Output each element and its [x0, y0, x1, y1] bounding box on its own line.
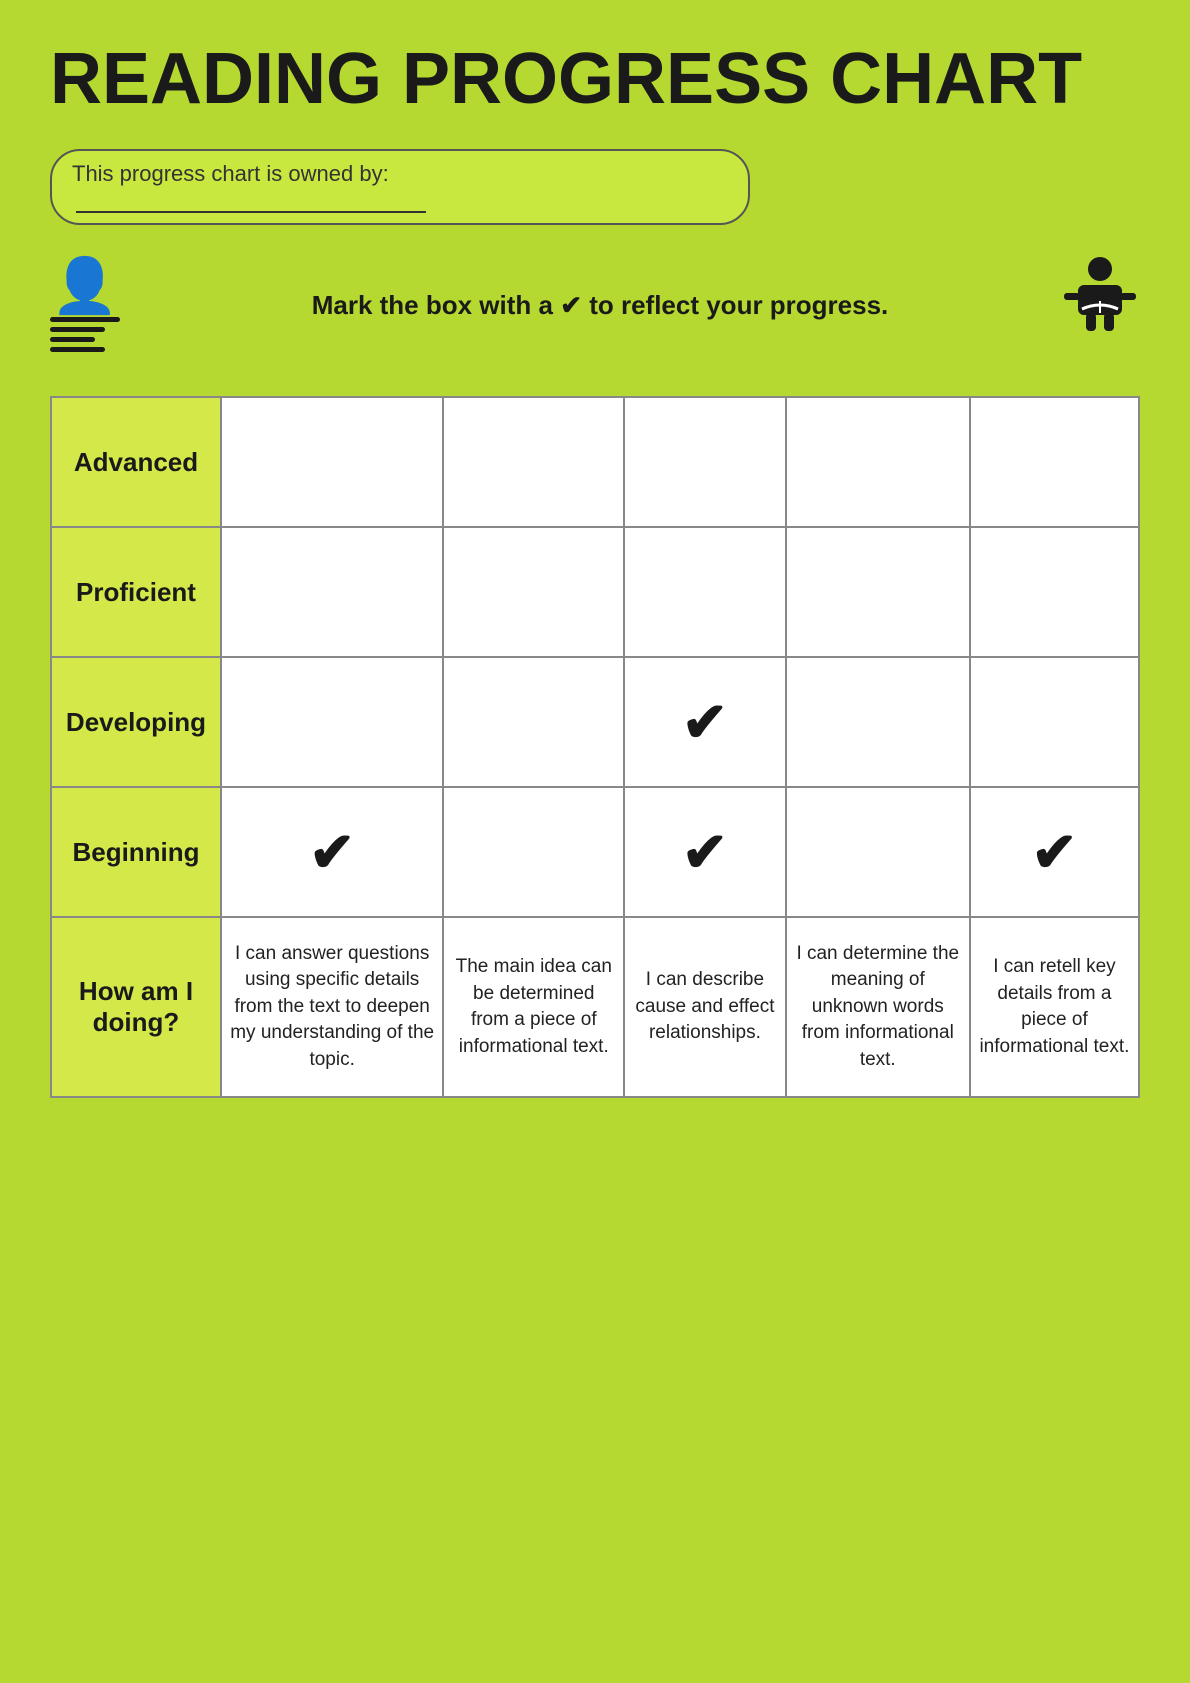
desc-4: I can determine the meaning of unknown w…: [786, 917, 970, 1097]
row-proficient: Proficient: [51, 527, 1139, 657]
cell-developing-1[interactable]: [221, 657, 443, 787]
cell-proficient-5[interactable]: [970, 527, 1139, 657]
owner-label: This progress chart is owned by:: [72, 161, 389, 186]
cell-proficient-1[interactable]: [221, 527, 443, 657]
reader-icon: [1060, 255, 1140, 356]
label-advanced: Advanced: [51, 397, 221, 527]
cell-advanced-3[interactable]: [624, 397, 785, 527]
check-beginning-3: ✔: [682, 821, 728, 883]
lines-icon: [50, 317, 120, 352]
cell-beginning-4[interactable]: [786, 787, 970, 917]
check-beginning-5: ✔: [1031, 821, 1077, 883]
desc-1: I can answer questions using specific de…: [221, 917, 443, 1097]
cell-proficient-4[interactable]: [786, 527, 970, 657]
page-title: READING PROGRESS CHART: [50, 40, 1140, 119]
cell-proficient-2[interactable]: [443, 527, 624, 657]
row-developing: Developing ✔: [51, 657, 1139, 787]
cell-developing-3[interactable]: ✔: [624, 657, 785, 787]
left-icon-area: 👤: [50, 259, 120, 352]
desc-2: The main idea can be determined from a p…: [443, 917, 624, 1097]
cell-developing-5[interactable]: [970, 657, 1139, 787]
cell-developing-2[interactable]: [443, 657, 624, 787]
cell-advanced-5[interactable]: [970, 397, 1139, 527]
check-beginning-1: ✔: [309, 821, 355, 883]
cell-beginning-1[interactable]: ✔: [221, 787, 443, 917]
cell-beginning-2[interactable]: [443, 787, 624, 917]
cell-advanced-4[interactable]: [786, 397, 970, 527]
cell-advanced-1[interactable]: [221, 397, 443, 527]
check-developing-3: ✔: [682, 691, 728, 753]
row-advanced: Advanced: [51, 397, 1139, 527]
cell-developing-4[interactable]: [786, 657, 970, 787]
desc-5: I can retell key details from a piece of…: [970, 917, 1139, 1097]
cell-beginning-5[interactable]: ✔: [970, 787, 1139, 917]
cell-proficient-3[interactable]: [624, 527, 785, 657]
progress-grid: Advanced Proficient Developing ✔: [50, 396, 1140, 1098]
label-developing: Developing: [51, 657, 221, 787]
label-howami: How am I doing?: [51, 917, 221, 1097]
label-beginning: Beginning: [51, 787, 221, 917]
row-beginning: Beginning ✔ ✔ ✔: [51, 787, 1139, 917]
desc-3: I can describe cause and effect relation…: [624, 917, 785, 1097]
label-proficient: Proficient: [51, 527, 221, 657]
mark-instruction: Mark the box with a ✔ to reflect your pr…: [140, 290, 1060, 321]
owner-box: This progress chart is owned by:: [50, 149, 750, 225]
teacher-icon: 👤: [51, 259, 118, 313]
row-howami: How am I doing? I can answer questions u…: [51, 917, 1139, 1097]
cell-beginning-3[interactable]: ✔: [624, 787, 785, 917]
cell-advanced-2[interactable]: [443, 397, 624, 527]
